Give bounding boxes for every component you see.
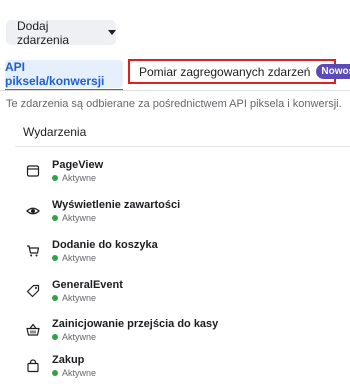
- event-row-add-to-cart[interactable]: Dodanie do koszyka Aktywne: [22, 235, 158, 267]
- event-row-view-content[interactable]: Wyświetlenie zawartości Aktywne: [22, 195, 180, 227]
- tag-icon: [22, 280, 44, 302]
- cart-icon: [22, 240, 44, 262]
- event-status: Aktywne: [62, 173, 97, 183]
- event-status: Aktywne: [62, 213, 97, 223]
- tab-aggregated-events[interactable]: Pomiar zagregowanych zdarzeń Nowość: [128, 59, 350, 84]
- active-status-dot: [52, 175, 58, 181]
- event-status: Aktywne: [62, 253, 97, 263]
- tab-aggregated-events-label: Pomiar zagregowanych zdarzeń: [139, 64, 311, 79]
- active-status-dot: [52, 334, 58, 340]
- event-name: Dodanie do koszyka: [52, 239, 158, 251]
- event-row-general-event[interactable]: GeneralEvent Aktywne: [22, 275, 123, 307]
- event-name: Zainicjowanie przejścia do kasy: [52, 318, 219, 330]
- active-status-dot: [52, 255, 58, 261]
- info-text: Te zdarzenia są odbierane za pośrednictw…: [6, 98, 342, 110]
- section-divider: [15, 146, 350, 147]
- event-name: GeneralEvent: [52, 279, 123, 291]
- shopping-bag-icon: [22, 355, 44, 377]
- add-events-label: Dodaj zdarzenia: [17, 18, 70, 47]
- active-status-dot: [52, 295, 58, 301]
- eye-icon: [22, 200, 44, 222]
- tab-pixel-api[interactable]: API piksela/konwersji: [5, 60, 123, 91]
- active-status-dot: [52, 215, 58, 221]
- event-row-pageview[interactable]: PageView Aktywne: [22, 155, 103, 187]
- event-status: Aktywne: [62, 332, 97, 342]
- add-events-button[interactable]: Dodaj zdarzenia: [6, 18, 116, 47]
- tab-pixel-api-label: API piksela/konwersji: [5, 60, 105, 88]
- event-row-initiate-checkout[interactable]: Zainicjowanie przejścia do kasy Aktywne: [22, 314, 218, 346]
- event-row-purchase[interactable]: Zakup Aktywne: [22, 350, 96, 382]
- active-status-dot: [52, 370, 58, 376]
- event-status: Aktywne: [62, 293, 97, 303]
- chevron-down-icon: [108, 30, 116, 35]
- event-name: Zakup: [52, 354, 85, 366]
- tabs-divider: [0, 90, 350, 91]
- basket-icon: [22, 319, 44, 341]
- event-name: PageView: [52, 159, 104, 171]
- events-section-title: Wydarzenia: [23, 125, 87, 139]
- event-status: Aktywne: [62, 368, 97, 378]
- new-badge: Nowość: [316, 64, 350, 79]
- browser-window-icon: [22, 160, 44, 182]
- event-name: Wyświetlenie zawartości: [52, 199, 181, 211]
